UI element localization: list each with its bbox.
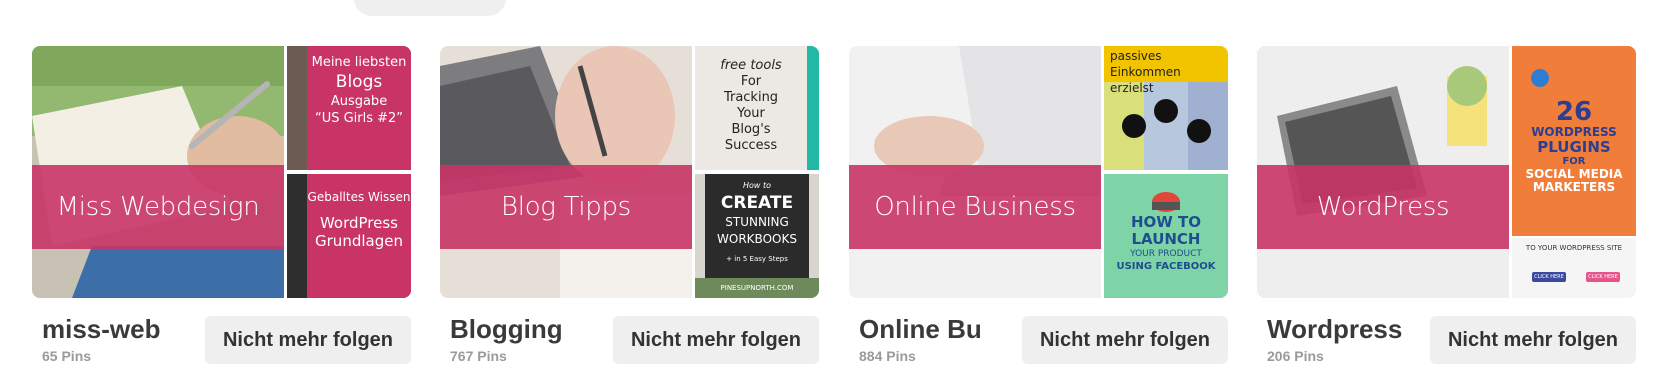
cover-image-side-top: 26 WORDPRESS PLUGINS FOR SOCIAL MEDIA MA… <box>1512 46 1636 236</box>
unfollow-button[interactable]: Nicht mehr folgen <box>1021 316 1228 364</box>
board-card-wordpress[interactable]: WordPress 26 WORDPRESS PLUGINS FOR SOCIA… <box>1257 46 1636 378</box>
board-pin-count: 767 Pins <box>450 348 507 364</box>
cover-image-main: WordPress <box>1257 46 1509 298</box>
cover-title: Miss Webdesign <box>56 192 260 222</box>
board-title[interactable]: Wordpress <box>1267 314 1402 345</box>
cover-image-side-top: Meine liebsten Blogs Ausgabe “US Girls #… <box>287 46 411 170</box>
board-cover[interactable]: Miss Webdesign Meine liebsten Blogs Ausg… <box>32 46 411 298</box>
cover-image-side-top: free tools For Tracking Your Blog's Succ… <box>695 46 819 170</box>
cover-title-band: Miss Webdesign <box>32 165 284 249</box>
cover-image-side-bottom: Geballtes Wissen WordPress Grundlagen <box>287 174 411 298</box>
board-title[interactable]: miss-web <box>42 314 161 345</box>
board-pin-count: 206 Pins <box>1267 348 1324 364</box>
cover-image-main: Blog Tipps <box>440 46 692 298</box>
board-card-miss-web[interactable]: Miss Webdesign Meine liebsten Blogs Ausg… <box>32 46 411 378</box>
top-tab-pill[interactable] <box>354 0 506 16</box>
cover-title: WordPress <box>1316 192 1450 222</box>
board-title[interactable]: Blogging <box>450 314 563 345</box>
board-pin-count: 884 Pins <box>859 348 916 364</box>
board-cover[interactable]: Blog Tipps free tools For Tracking Your … <box>440 46 819 298</box>
cover-image-main: Miss Webdesign <box>32 46 284 298</box>
board-cover[interactable]: WordPress 26 WORDPRESS PLUGINS FOR SOCIA… <box>1257 46 1636 298</box>
board-pin-count: 65 Pins <box>42 348 92 364</box>
unfollow-button[interactable]: Nicht mehr folgen <box>204 316 411 364</box>
cover-image-side-top: passives Einkommen erzielst <box>1104 46 1228 170</box>
cover-title: Online Business <box>874 192 1076 222</box>
cover-title-band: WordPress <box>1257 165 1509 249</box>
unfollow-button[interactable]: Nicht mehr folgen <box>612 316 819 364</box>
cover-title-band: Online Business <box>849 165 1101 249</box>
board-card-online-business[interactable]: Online Business passives Einkommen erzie… <box>849 46 1228 378</box>
board-card-blogging[interactable]: Blog Tipps free tools For Tracking Your … <box>440 46 819 378</box>
board-cover[interactable]: Online Business passives Einkommen erzie… <box>849 46 1228 298</box>
cover-title: Blog Tipps <box>501 192 631 222</box>
cover-image-main: Online Business <box>849 46 1101 298</box>
cover-title-band: Blog Tipps <box>440 165 692 249</box>
cover-image-side-bottom: TO YOUR WORDPRESS SITE CLICK HERE CLICK … <box>1512 238 1636 298</box>
cover-image-side-bottom: How to CREATE STUNNING WORKBOOKS + in 5 … <box>695 174 819 298</box>
board-title[interactable]: Online Bu <box>859 314 982 345</box>
cover-image-side-bottom: HOW TO LAUNCH YOUR PRODUCT USING FACEBOO… <box>1104 174 1228 298</box>
unfollow-button[interactable]: Nicht mehr folgen <box>1429 316 1636 364</box>
